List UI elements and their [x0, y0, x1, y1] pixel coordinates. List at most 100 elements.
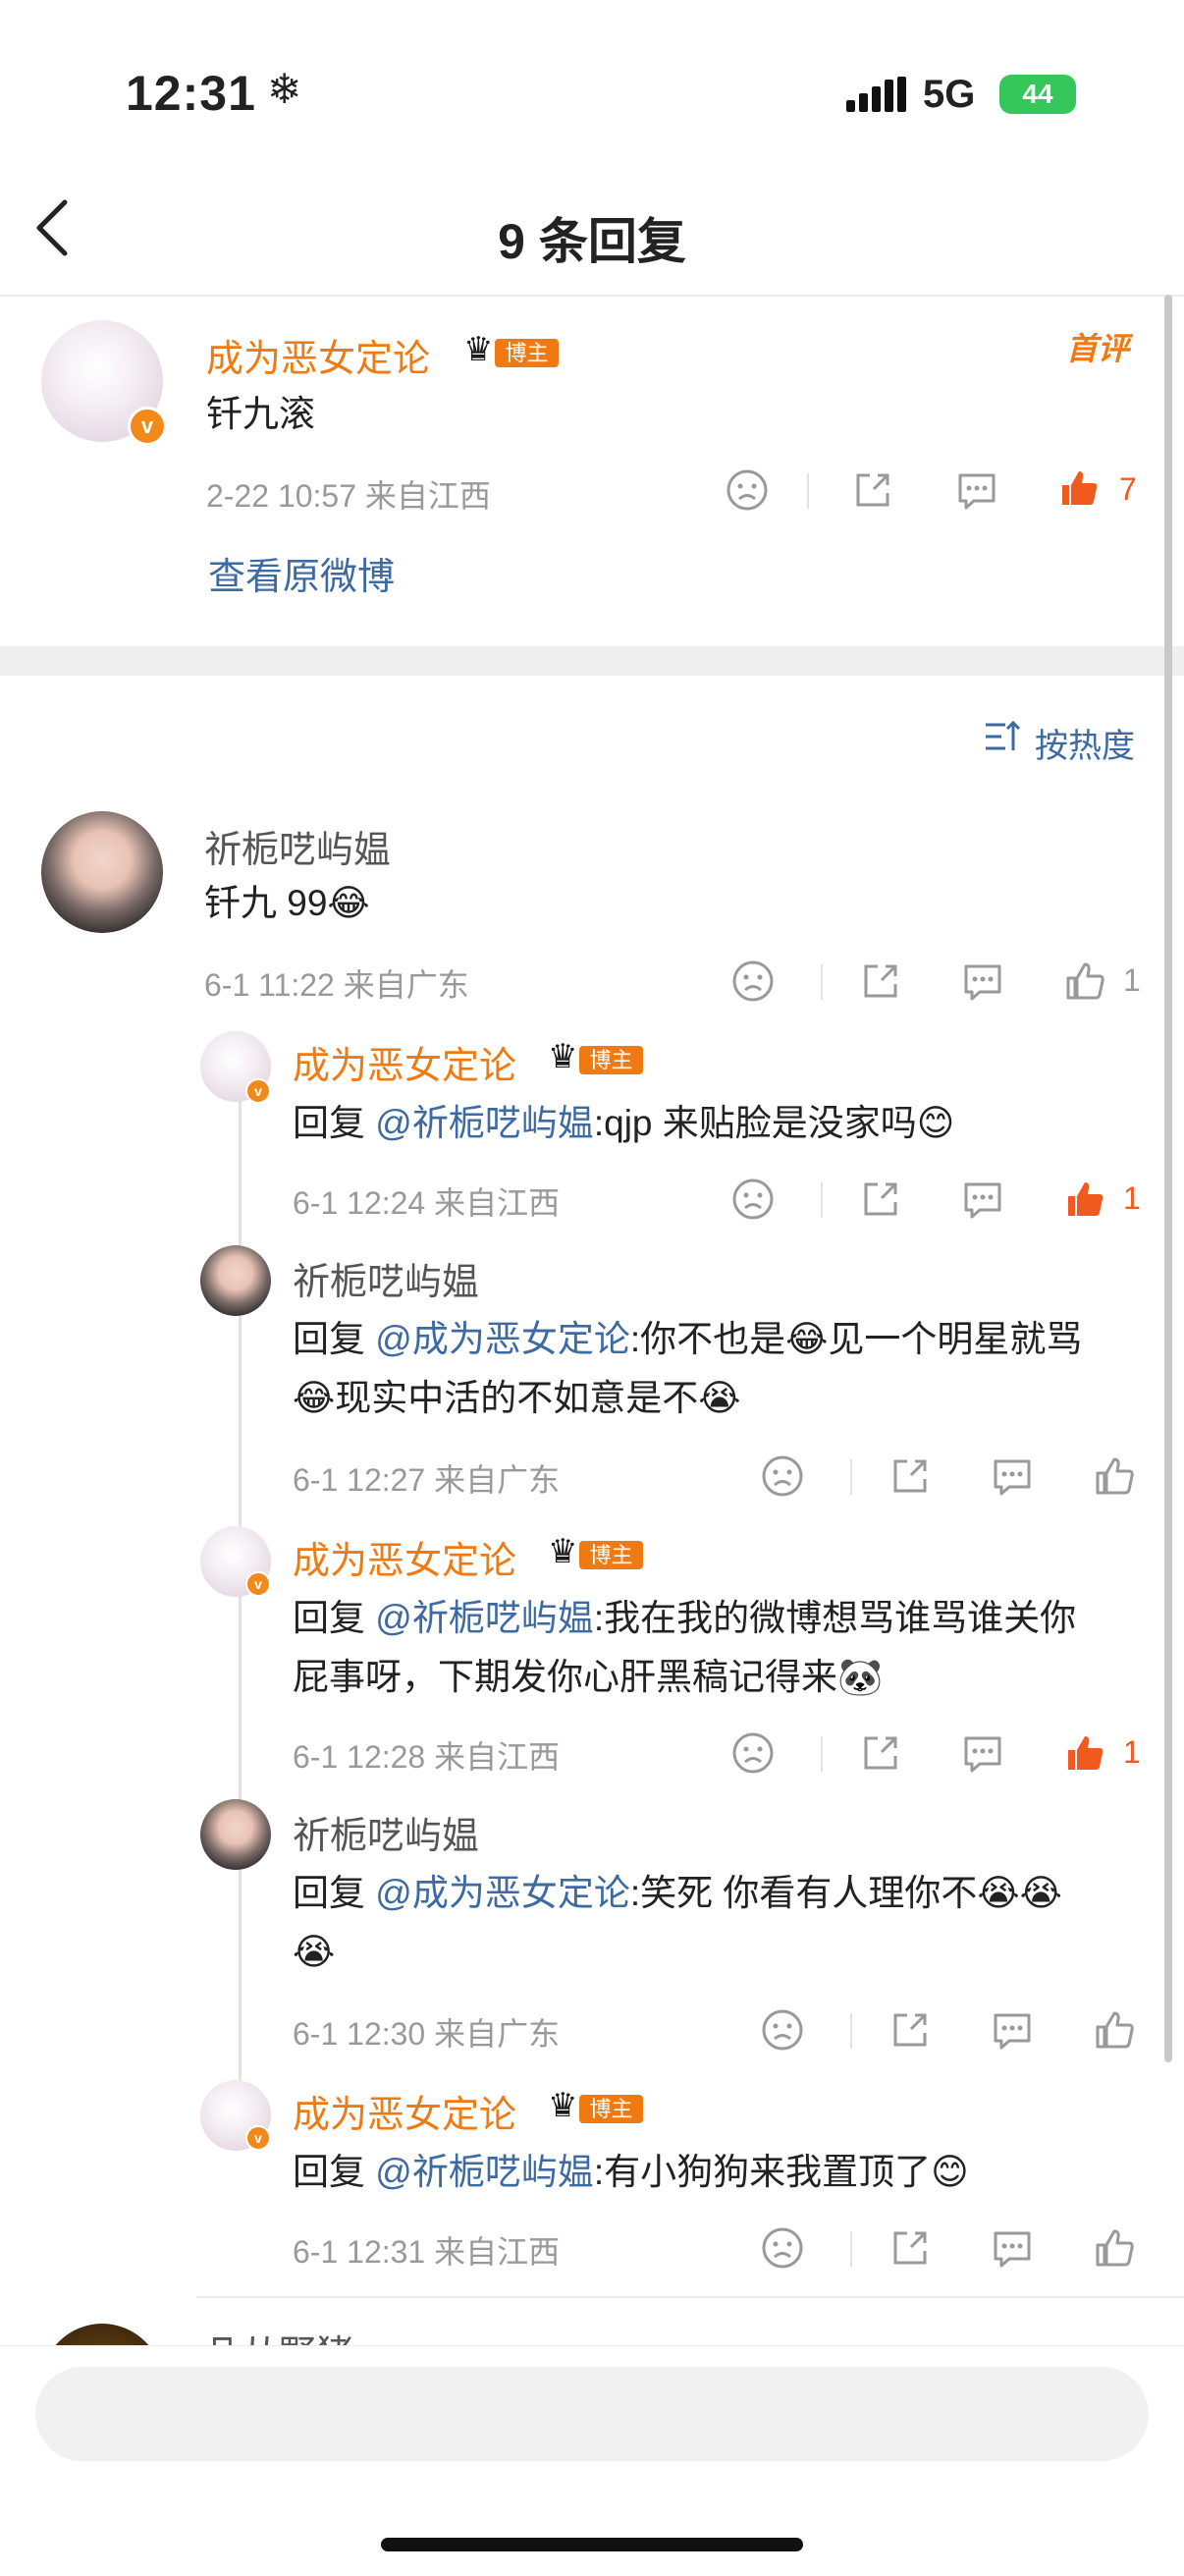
dislike-button[interactable] [725, 467, 770, 518]
author-name[interactable]: 祈栀呓屿媪 [293, 1805, 479, 1859]
reply-text: 回复 @祈栀呓屿媪:我在我的微博想骂谁骂谁关你 [293, 1589, 1076, 1648]
reply-button[interactable] [990, 1453, 1035, 1504]
first-comment-tag: 首评 [1066, 331, 1130, 366]
like-count: 1 [1123, 962, 1141, 998]
dislike-button[interactable] [730, 1177, 776, 1227]
reply-text-line2: 😂现实中活的不如意是不😭 [293, 1378, 741, 1418]
divider [821, 964, 823, 1000]
reply-button[interactable] [990, 2007, 1035, 2057]
blogger-badge: ♛ 博主 [548, 1532, 643, 1571]
view-original-link[interactable]: 查看原微博 [208, 546, 395, 600]
like-button[interactable] [1092, 2007, 1137, 2057]
reply-button[interactable] [990, 2225, 1035, 2275]
crown-icon: ♛ [548, 1533, 578, 1570]
author-name[interactable]: 成为恶女定论 [206, 328, 430, 382]
avatar[interactable] [200, 1245, 271, 1316]
mention-link[interactable]: @祈栀呓屿媪 [375, 1103, 594, 1143]
sad-face-icon [727, 469, 768, 511]
reply-body: :笑死 你看有人理你不😭😭 [629, 1873, 1062, 1913]
status-time: 12:31 [126, 66, 256, 121]
like-button[interactable] [1062, 959, 1107, 1009]
badge-label: 博主 [579, 1541, 643, 1569]
like-button[interactable] [1062, 1177, 1107, 1227]
like-button[interactable] [1092, 2225, 1137, 2275]
author-name[interactable]: 成为恶女定论 [293, 2084, 516, 2138]
reply-body: :qjp 来贴脸是没家吗😊 [593, 1103, 955, 1143]
share-button[interactable] [888, 2225, 933, 2275]
comment-meta: 6-1 11:22 来自广东 [204, 967, 469, 1003]
comment-icon [958, 473, 996, 510]
dislike-button[interactable] [760, 1453, 805, 1504]
mention-link[interactable]: @祈栀呓屿媪 [375, 2152, 594, 2192]
reply-prefix: 回复 [293, 2152, 376, 2192]
badge-label: 博主 [579, 1046, 643, 1074]
mention-link[interactable]: @成为恶女定论 [375, 1319, 630, 1359]
badge-label: 博主 [579, 2095, 643, 2123]
blogger-badge: ♛ 博主 [548, 1037, 643, 1076]
reply-text-line2: 😭 [293, 1932, 336, 1972]
dislike-button[interactable] [760, 2007, 805, 2057]
avatar[interactable] [200, 1799, 271, 1870]
like-button[interactable] [1062, 1730, 1107, 1781]
comment-text: 钎九滚 [206, 394, 315, 434]
crown-icon: ♛ [548, 2087, 578, 2124]
share-icon [856, 473, 889, 507]
reply-button[interactable] [960, 1730, 1005, 1781]
reply-button[interactable] [960, 1177, 1005, 1227]
reply-body: :有小狗狗来我置顶了😊 [593, 2152, 969, 2192]
dislike-button[interactable] [730, 959, 776, 1009]
like-button[interactable] [1056, 466, 1102, 516]
divider [821, 1736, 823, 1772]
reply-prefix: 回复 [293, 1103, 376, 1143]
reply-text: 回复 @成为恶女定论:笑死 你看有人理你不😭😭 [293, 1864, 1062, 1923]
reply-prefix: 回复 [293, 1319, 376, 1359]
thumbs-up-icon [1062, 471, 1098, 505]
battery-indicator: 44 [999, 75, 1076, 114]
share-button[interactable] [858, 1177, 903, 1227]
comment-meta: 6-1 12:31 来自江西 [293, 2234, 561, 2270]
reply-button[interactable] [960, 959, 1005, 1009]
verified-icon: v [245, 2125, 271, 2151]
avatar[interactable] [41, 811, 163, 933]
badge-label: 博主 [495, 339, 559, 367]
author-name[interactable]: 成为恶女定论 [293, 1035, 516, 1089]
like-button[interactable] [1092, 1453, 1137, 1504]
divider [0, 295, 1184, 297]
dislike-button[interactable] [760, 2225, 805, 2275]
share-button[interactable] [888, 1453, 933, 1504]
reply-button[interactable] [954, 467, 999, 518]
sort-button[interactable]: 按热度 [1035, 719, 1135, 767]
reply-input[interactable] [35, 2367, 1149, 2461]
scrollbar[interactable] [1164, 295, 1172, 2062]
share-button[interactable] [888, 2007, 933, 2057]
comment-meta: 2-22 10:57 来自江西 [206, 478, 491, 514]
reply-text: 回复 @祈栀呓屿媪:qjp 来贴脸是没家吗😊 [293, 1094, 954, 1153]
verified-icon: v [128, 407, 167, 446]
comment-text: 钎九 99😂 [204, 883, 370, 923]
author-name[interactable]: 祈栀呓屿媪 [293, 1251, 479, 1305]
comment-meta: 6-1 12:28 来自江西 [293, 1739, 561, 1775]
dislike-button[interactable] [730, 1730, 776, 1781]
comment-meta: 6-1 12:30 来自广东 [293, 2016, 561, 2052]
snowflake-icon: ❄ [267, 66, 302, 112]
verified-icon: v [245, 1571, 271, 1597]
crown-icon: ♛ [463, 331, 494, 368]
page-title: 9 条回复 [498, 214, 686, 269]
reply-text: 回复 @成为恶女定论:你不也是😂见一个明星就骂 [293, 1310, 1082, 1369]
reply-prefix: 回复 [293, 1598, 376, 1638]
comment-meta: 6-1 12:24 来自江西 [293, 1185, 561, 1221]
share-button[interactable] [858, 959, 903, 1009]
signal-icon [846, 77, 909, 117]
share-button[interactable] [850, 467, 895, 518]
sort-icon[interactable] [984, 719, 1023, 759]
author-name[interactable]: 成为恶女定论 [293, 1530, 516, 1584]
reply-prefix: 回复 [293, 1873, 376, 1913]
author-name[interactable]: 祈栀呓屿媪 [204, 819, 391, 873]
home-indicator [381, 2538, 803, 2551]
mention-link[interactable]: @祈栀呓屿媪 [375, 1598, 594, 1638]
reply-text-line2: 屁事呀，下期发你心肝黑稿记得来🐼 [293, 1657, 884, 1697]
like-count: 1 [1123, 1180, 1141, 1216]
like-count: 1 [1123, 1734, 1141, 1770]
share-button[interactable] [858, 1730, 903, 1781]
mention-link[interactable]: @成为恶女定论 [375, 1873, 630, 1913]
